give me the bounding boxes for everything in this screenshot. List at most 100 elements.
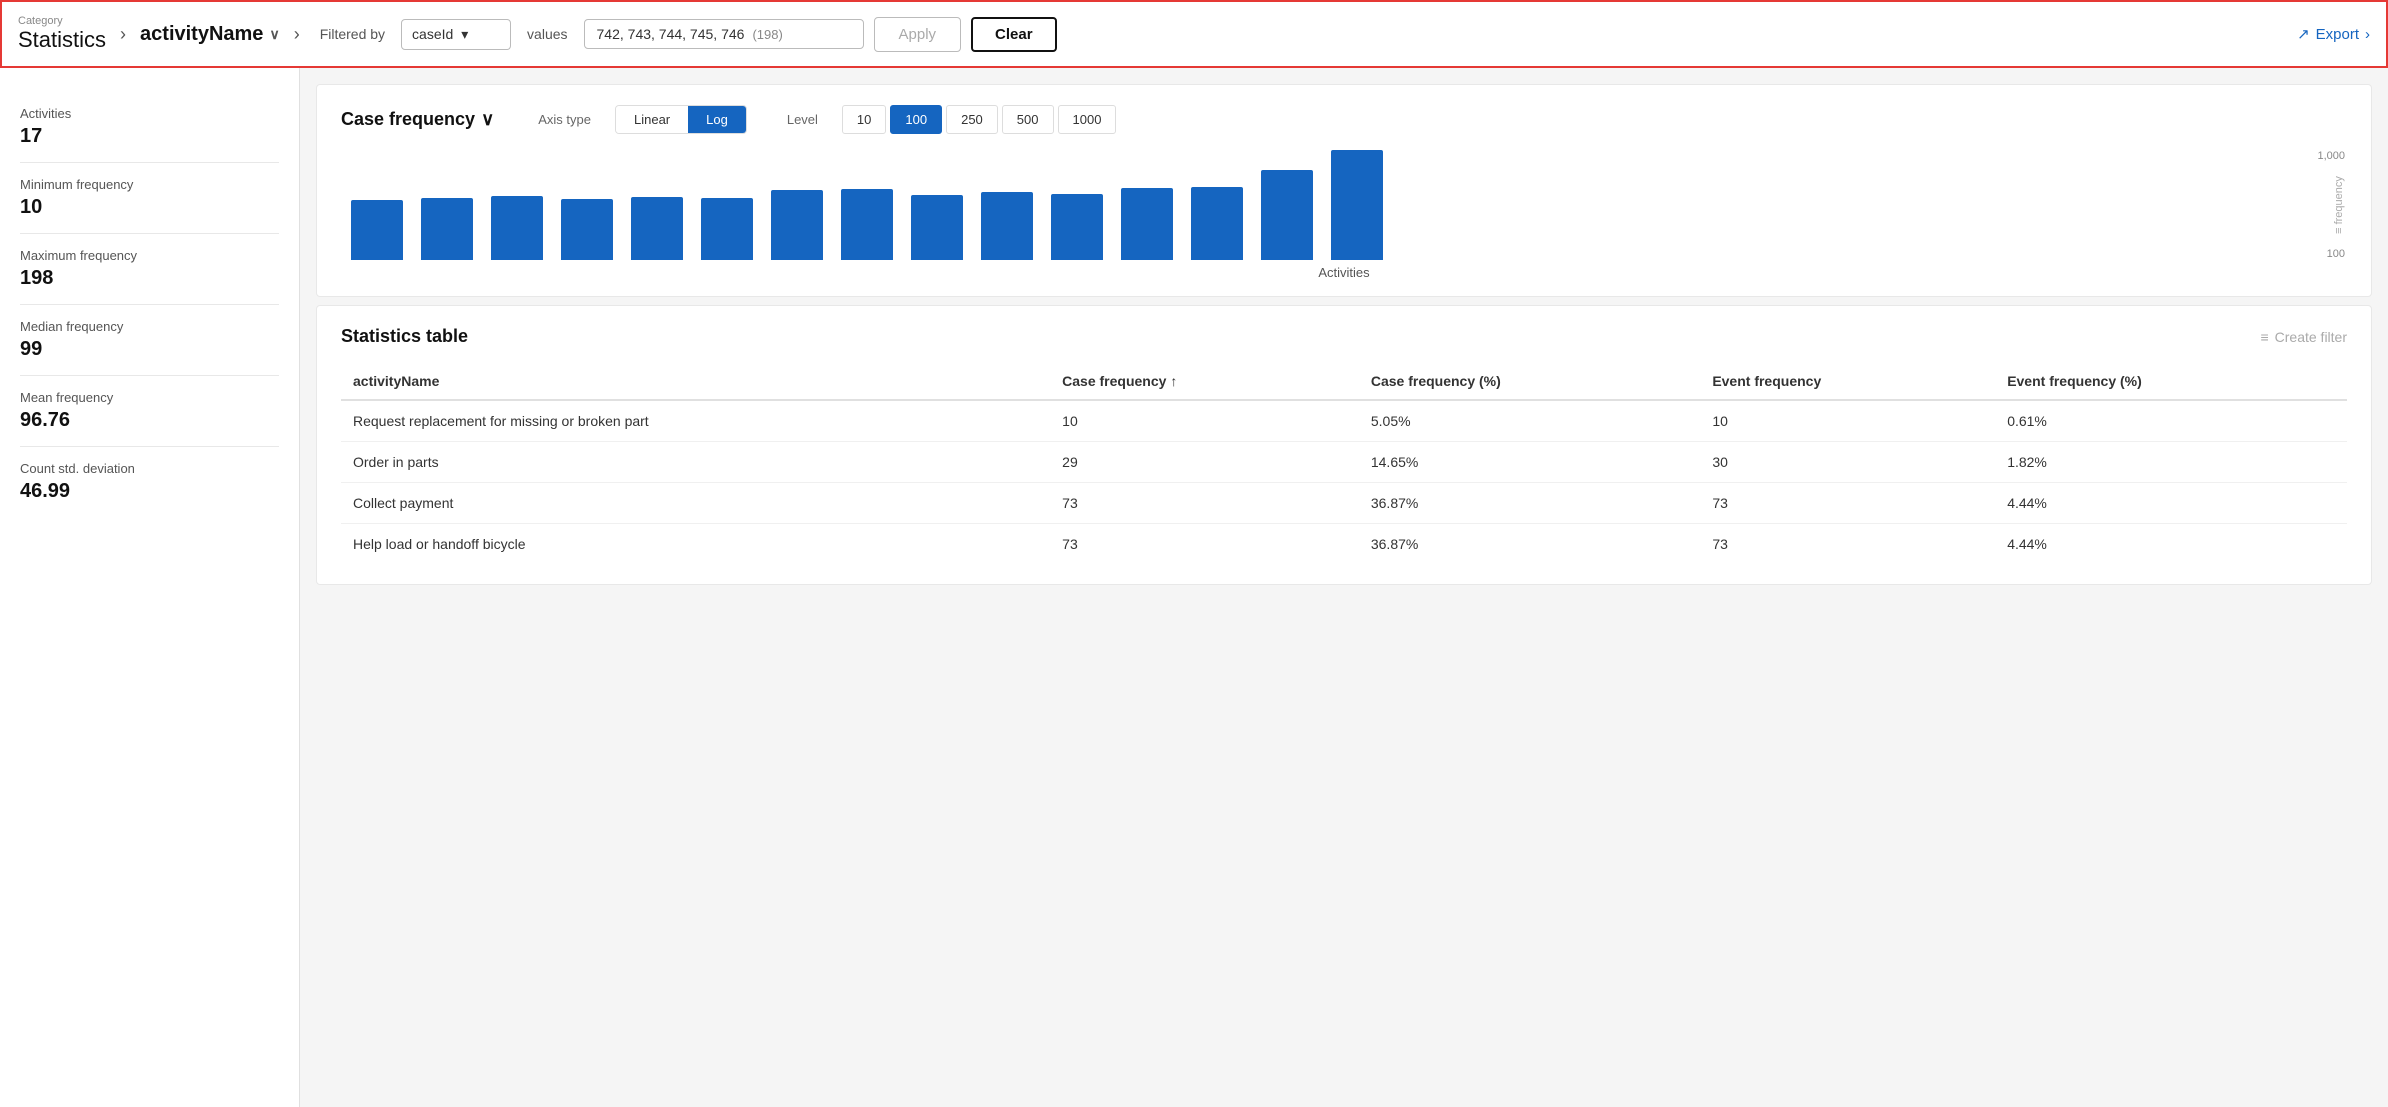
table-column-header: Case frequency (%) <box>1359 363 1700 400</box>
table-cell: 73 <box>1700 483 1995 524</box>
axis-type-btn-log[interactable]: Log <box>688 106 746 133</box>
filter-values-text: 742, 743, 744, 745, 746 <box>597 26 745 42</box>
chart-bar <box>1191 187 1243 260</box>
chart-header: Case frequency ∨ Axis type LinearLog Lev… <box>341 105 2347 134</box>
chart-bar <box>351 200 403 260</box>
stat-label: Maximum frequency <box>20 248 279 263</box>
activity-name-label: activityName <box>140 23 263 46</box>
create-filter-button[interactable]: ≡ Create filter <box>2260 329 2347 345</box>
level-btn-250[interactable]: 250 <box>946 105 998 134</box>
dropdown-chevron: ▾ <box>461 26 468 43</box>
values-label: values <box>527 26 567 42</box>
bar-wrapper <box>1261 170 1313 260</box>
stat-label: Activities <box>20 106 279 121</box>
stat-value: 17 <box>20 125 279 148</box>
stat-item: Median frequency 99 <box>20 305 279 376</box>
table-cell: 29 <box>1050 442 1359 483</box>
table-row: Request replacement for missing or broke… <box>341 400 2347 442</box>
chart-bar <box>631 197 683 260</box>
table-row: Collect payment7336.87%734.44% <box>341 483 2347 524</box>
chart-bar <box>981 192 1033 260</box>
bar-wrapper <box>771 190 823 260</box>
export-button[interactable]: ↗ Export › <box>2297 25 2370 43</box>
activity-name-button[interactable]: activityName ∨ <box>140 23 280 46</box>
table-column-header: Event frequency <box>1700 363 1995 400</box>
bar-wrapper <box>631 197 683 260</box>
level-btn-100[interactable]: 100 <box>890 105 942 134</box>
create-filter-label: Create filter <box>2275 329 2347 345</box>
table-cell: Help load or handoff bicycle <box>341 524 1050 565</box>
level-btn-500[interactable]: 500 <box>1002 105 1054 134</box>
stat-value: 96.76 <box>20 409 279 432</box>
table-cell: 14.65% <box>1359 442 1700 483</box>
stat-item: Minimum frequency 10 <box>20 163 279 234</box>
export-chevron-icon: › <box>2365 26 2370 43</box>
chart-bar <box>491 196 543 260</box>
bar-wrapper <box>351 200 403 260</box>
table-column-header: Event frequency (%) <box>1995 363 2347 400</box>
table-cell: 10 <box>1050 400 1359 442</box>
stat-value: 99 <box>20 338 279 361</box>
bar-wrapper <box>491 196 543 260</box>
table-cell: 4.44% <box>1995 483 2347 524</box>
chart-bar <box>1261 170 1313 260</box>
bar-wrapper <box>701 198 753 260</box>
filtered-by-label: Filtered by <box>320 26 385 42</box>
filter-field-dropdown[interactable]: caseId ▾ <box>401 19 511 50</box>
chart-bar <box>421 198 473 260</box>
chart-bar <box>841 189 893 260</box>
stat-label: Mean frequency <box>20 390 279 405</box>
filter-field-value: caseId <box>412 26 453 42</box>
bar-wrapper <box>841 189 893 260</box>
table-cell: 30 <box>1700 442 1995 483</box>
axis-type-btn-linear[interactable]: Linear <box>616 106 688 133</box>
level-btn-1000[interactable]: 1000 <box>1058 105 1117 134</box>
table-cell: Collect payment <box>341 483 1050 524</box>
table-column-header: Case frequency ↑ <box>1050 363 1359 400</box>
chart-bar <box>1051 194 1103 260</box>
table-cell: 0.61% <box>1995 400 2347 442</box>
clear-button[interactable]: Clear <box>971 17 1057 52</box>
table-cell: 5.05% <box>1359 400 1700 442</box>
chart-section: Case frequency ∨ Axis type LinearLog Lev… <box>316 84 2372 297</box>
breadcrumb-root: Statistics <box>18 27 106 53</box>
table-cell: 73 <box>1050 483 1359 524</box>
category-label: Category <box>18 15 106 27</box>
x-axis-label: Activities <box>1318 265 1369 280</box>
level-btn-10[interactable]: 10 <box>842 105 886 134</box>
level-label: Level <box>787 112 818 127</box>
bar-wrapper <box>561 199 613 260</box>
stat-item: Count std. deviation 46.99 <box>20 447 279 517</box>
table-title: Statistics table <box>341 326 468 347</box>
table-cell: Request replacement for missing or broke… <box>341 400 1050 442</box>
chart-title-button[interactable]: Case frequency ∨ <box>341 109 494 130</box>
table-column-header: activityName <box>341 363 1050 400</box>
apply-button[interactable]: Apply <box>874 17 962 52</box>
chart-bar <box>701 198 753 260</box>
filter-values-input[interactable]: 742, 743, 744, 745, 746 (198) <box>584 19 864 49</box>
stat-value: 10 <box>20 196 279 219</box>
bar-wrapper <box>981 192 1033 260</box>
chart-bar <box>561 199 613 260</box>
stat-label: Count std. deviation <box>20 461 279 476</box>
stat-label: Minimum frequency <box>20 177 279 192</box>
axis-type-label: Axis type <box>538 112 591 127</box>
activity-name-chevron: ∨ <box>269 26 279 43</box>
table-cell: 10 <box>1700 400 1995 442</box>
axis-type-toggle-group: LinearLog <box>615 105 747 134</box>
y-axis-title: ≡ frequency <box>2333 176 2345 234</box>
bar-wrapper <box>1121 188 1173 260</box>
table-cell: 36.87% <box>1359 524 1700 565</box>
table-header-row: Statistics table ≡ Create filter <box>341 326 2347 347</box>
bar-wrapper <box>421 198 473 260</box>
chart-bar <box>911 195 963 260</box>
table-section: Statistics table ≡ Create filter activit… <box>316 305 2372 585</box>
breadcrumb-arrow-2: › <box>294 24 300 45</box>
sidebar-resizer[interactable] <box>293 68 299 1107</box>
table-cell: Order in parts <box>341 442 1050 483</box>
stat-item: Activities 17 <box>20 92 279 163</box>
stat-item: Mean frequency 96.76 <box>20 376 279 447</box>
stat-item: Maximum frequency 198 <box>20 234 279 305</box>
filter-icon: ≡ <box>2260 329 2268 345</box>
bars-container <box>341 150 2347 260</box>
